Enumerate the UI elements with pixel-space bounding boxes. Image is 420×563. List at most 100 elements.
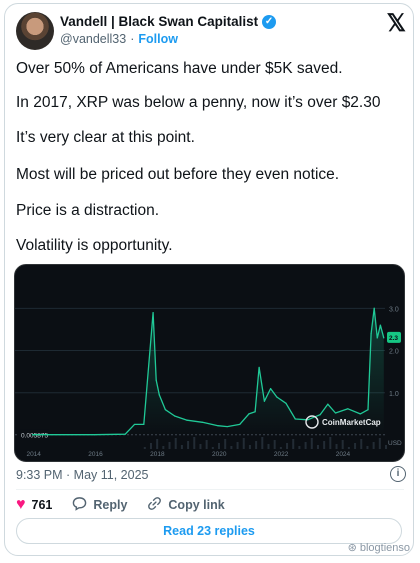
reply-icon (72, 496, 87, 514)
volume-bar (149, 443, 152, 449)
data-point (327, 403, 329, 405)
y-tick-label: 3.0 (389, 306, 399, 313)
x-tick-label: 2014 (26, 451, 41, 458)
tweet-timestamp[interactable]: 9:33 PM · May 11, 2025 (16, 468, 148, 482)
data-point (294, 418, 296, 420)
data-point (155, 379, 157, 381)
price-chart-svg: 1.0 2.0 3.0 0.005875 2.3 2014 2016 2018 2020 2022… (15, 306, 402, 458)
data-point (152, 311, 154, 314)
data-point (248, 413, 250, 415)
volume-bar (298, 446, 301, 449)
data-point (285, 402, 287, 404)
volume-bar (360, 439, 363, 449)
data-point (133, 423, 136, 426)
action-bar: ♥ 761 Reply Copy link (16, 496, 225, 514)
x-tick-label: 2018 (150, 451, 165, 458)
data-point (258, 366, 260, 369)
baseline-label: 0.005875 (21, 433, 48, 440)
watermark-text: blogtienso (359, 541, 410, 554)
volume-bar (385, 445, 387, 449)
data-point (276, 396, 278, 398)
y-tick-label: 2.0 (389, 349, 399, 356)
x-logo-icon[interactable]: 𝕏 (387, 12, 406, 36)
data-point (186, 419, 188, 421)
volume-bar (329, 437, 332, 449)
volume-bar (143, 447, 146, 449)
x-tick-label: 2020 (212, 451, 227, 458)
data-point (367, 409, 369, 411)
volume-bar (180, 445, 183, 449)
tweet-timestamp-row: 9:33 PM · May 11, 2025 (16, 468, 148, 482)
volume-bar (316, 445, 319, 449)
data-point (143, 423, 145, 426)
author-avatar[interactable] (16, 12, 54, 50)
author-name-row[interactable]: Vandell | Black Swan Capitalist ✓ (60, 14, 277, 29)
price-chart[interactable]: 1.0 2.0 3.0 0.005875 2.3 2014 2016 2018 2020 2022… (14, 264, 405, 462)
data-point (347, 408, 349, 410)
tweet-paragraph: It’s very clear at this point. (16, 129, 195, 146)
volume-bar (248, 445, 251, 449)
author-name[interactable]: Vandell | Black Swan Capitalist (60, 14, 258, 29)
copy-link-button[interactable]: Copy link (147, 496, 225, 514)
volume-bar (273, 440, 276, 449)
data-point (263, 400, 265, 402)
handle-row: @vandell33 · Follow (60, 32, 178, 46)
volume-bar (310, 438, 313, 449)
reply-label: Reply (93, 498, 128, 512)
tweet-paragraph: Volatility is opportunity. (16, 237, 173, 254)
volume-bar (341, 440, 344, 449)
volume-bar (162, 446, 165, 449)
tweet-paragraph: In 2017, XRP was below a penny, now it’s… (16, 94, 381, 111)
data-point (158, 394, 160, 396)
link-icon (147, 496, 162, 514)
tweet-paragraph: Price is a distraction. (16, 202, 159, 219)
volume-bar (267, 444, 270, 449)
volume-bar (187, 441, 190, 449)
tweet-paragraph: Most will be priced out before they even… (16, 166, 340, 183)
reply-button[interactable]: Reply (72, 496, 127, 514)
volume-bar (261, 437, 264, 449)
volume-bar (236, 442, 239, 449)
volume-bar (230, 446, 233, 449)
volume-bar (156, 439, 159, 449)
data-point (269, 387, 272, 390)
wechat-icon: ⊛ (347, 542, 357, 554)
volume-bar (347, 447, 350, 449)
data-point (383, 337, 385, 339)
data-point (334, 412, 337, 414)
data-point (226, 425, 228, 428)
data-point (359, 413, 361, 415)
volume-bar (168, 442, 171, 449)
volume-bar (304, 442, 307, 449)
data-point (373, 307, 375, 309)
read-replies-button[interactable]: Read 23 replies (16, 518, 402, 544)
follow-button[interactable]: Follow (138, 32, 178, 46)
x-tick-label: 2024 (336, 451, 351, 458)
heart-icon: ♥ (16, 496, 26, 513)
chart-watermark: CoinMarketCap (322, 418, 381, 427)
volume-bar (292, 439, 295, 449)
volume-bar (174, 438, 177, 449)
volume-bar (193, 437, 196, 449)
copy-link-label: Copy link (168, 498, 225, 512)
tweet-paragraph: Over 50% of Americans have under $5K sav… (16, 60, 343, 77)
verified-badge-icon: ✓ (262, 14, 277, 29)
volume-bar (211, 447, 214, 449)
data-point (164, 409, 167, 411)
author-handle[interactable]: @vandell33 (60, 32, 126, 46)
data-point (93, 434, 95, 436)
volume-bar (224, 439, 227, 449)
like-button[interactable]: ♥ 761 (16, 496, 52, 514)
watermark: ⊛ blogtienso (347, 541, 410, 555)
x-tick-label: 2016 (88, 451, 103, 458)
volume-bar (205, 440, 208, 449)
info-icon[interactable]: i (390, 466, 406, 482)
volume-bar (366, 446, 369, 449)
separator-dot: · (130, 32, 135, 46)
data-point (319, 414, 321, 416)
volume-bar (218, 443, 221, 449)
data-point (254, 411, 256, 413)
volume-bar (199, 444, 202, 449)
volume-bar (279, 447, 282, 449)
data-point (370, 333, 372, 335)
